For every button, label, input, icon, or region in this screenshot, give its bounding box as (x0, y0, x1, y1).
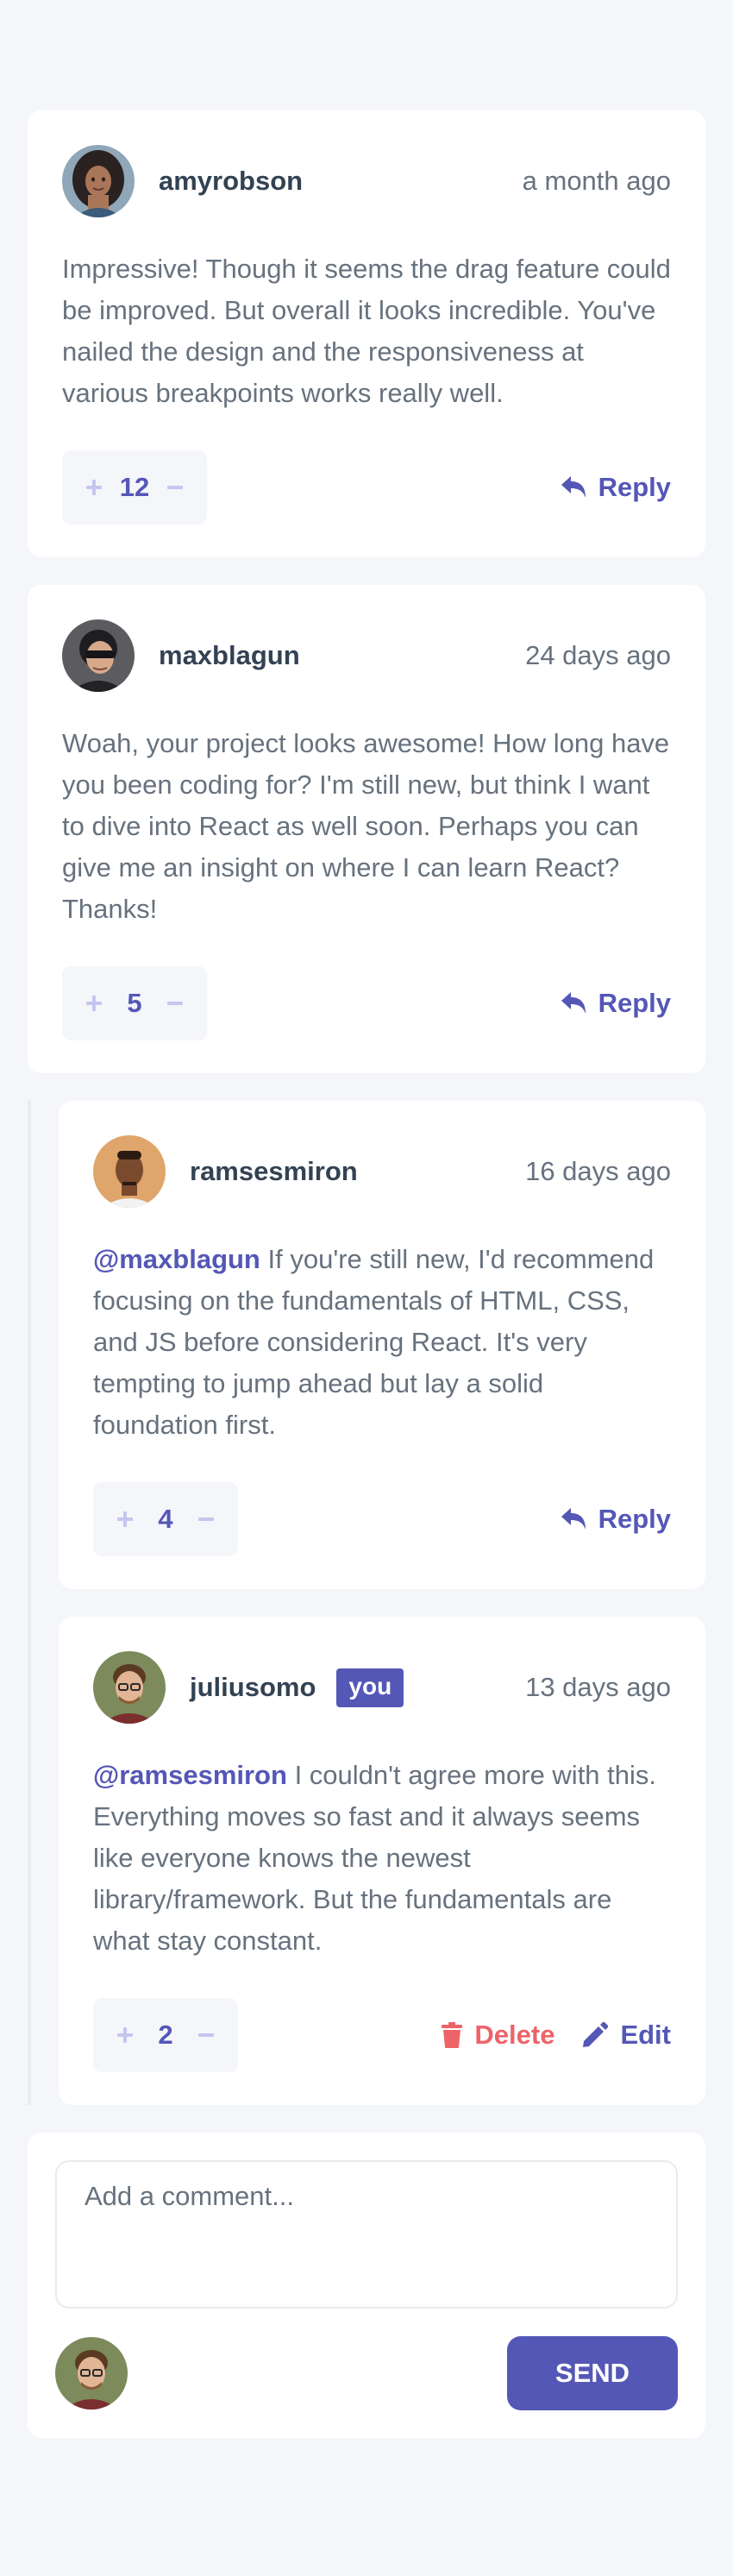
reply-icon (561, 1508, 586, 1530)
current-user-avatar (55, 2337, 128, 2410)
minus-icon (167, 1002, 183, 1005)
avatar-maxblagun-icon (62, 619, 135, 692)
plus-icon (86, 996, 102, 1011)
avatar-ramsesmiron-icon (93, 1135, 166, 1208)
reply-button[interactable]: Reply (561, 988, 671, 1019)
comment-content: Impressive! Though it seems the drag fea… (62, 248, 671, 414)
minus-icon (198, 2033, 214, 2037)
plus-icon (86, 480, 102, 495)
downvote-button[interactable] (162, 966, 188, 1040)
avatar (62, 619, 135, 692)
send-button[interactable]: SEND (507, 2336, 678, 2410)
username: ramsesmiron (190, 1156, 358, 1186)
composer-footer: SEND (55, 2336, 678, 2410)
reply-button[interactable]: Reply (561, 1504, 671, 1535)
score-count: 5 (127, 988, 142, 1018)
plus-icon (117, 2027, 133, 2043)
mention-link[interactable]: @ramsesmiron (93, 1760, 287, 1790)
username: amyrobson (159, 166, 304, 196)
score-voter: 4 (93, 1482, 238, 1556)
plus-icon (117, 1511, 133, 1527)
comment-footer: 5 Reply (62, 966, 671, 1040)
comment-card: maxblagun 24 days ago Woah, your project… (28, 585, 705, 1073)
avatar (93, 1135, 166, 1208)
comment-header: amyrobson a month ago (62, 145, 671, 217)
comment-header: juliusomo you 13 days ago (93, 1651, 671, 1724)
upvote-button[interactable] (112, 1482, 138, 1556)
score-voter: 12 (62, 450, 207, 525)
replies-thread: ramsesmiron 16 days ago @maxblagun If yo… (28, 1101, 705, 2105)
reply-label: Reply (598, 472, 671, 502)
comment-input[interactable] (55, 2160, 678, 2309)
timestamp: 13 days ago (525, 1672, 671, 1702)
score-count: 12 (119, 472, 150, 502)
comment-content: @maxblagun If you're still new, I'd reco… (93, 1239, 671, 1446)
comment-header: maxblagun 24 days ago (62, 619, 671, 692)
downvote-button[interactable] (162, 450, 188, 525)
reply-card: juliusomo you 13 days ago @ramsesmiron I… (59, 1617, 705, 2105)
score-voter: 5 (62, 966, 207, 1040)
comment-content: @ramsesmiron I couldn't agree more with … (93, 1755, 671, 1962)
comment-content: Woah, your project looks awesome! How lo… (62, 723, 671, 930)
score-count: 2 (158, 2020, 173, 2050)
minus-icon (167, 486, 183, 489)
comment-actions: Reply (561, 472, 671, 503)
delete-button[interactable]: Delete (442, 2020, 554, 2051)
comment-actions: Reply (561, 1504, 671, 1535)
delete-label: Delete (474, 2020, 555, 2050)
avatar-juliusomo-icon (55, 2337, 128, 2410)
username: maxblagun (159, 640, 300, 670)
minus-icon (198, 1517, 214, 1521)
comment-card: amyrobson a month ago Impressive! Though… (28, 110, 705, 557)
comment-text: Woah, your project looks awesome! How lo… (62, 728, 670, 924)
reply-label: Reply (598, 1504, 671, 1534)
pencil-icon (583, 2022, 609, 2047)
comments-page: amyrobson a month ago Impressive! Though… (0, 0, 733, 2576)
trash-icon (442, 2022, 463, 2048)
comment-actions: Delete Edit (442, 2020, 671, 2051)
reply-icon (561, 476, 586, 498)
upvote-button[interactable] (81, 966, 107, 1040)
upvote-button[interactable] (81, 450, 107, 525)
upvote-button[interactable] (112, 1998, 138, 2072)
comment-footer: 2 Delete Edit (93, 1998, 671, 2072)
you-badge: you (336, 1668, 404, 1707)
timestamp: 24 days ago (525, 640, 671, 670)
comment-header: ramsesmiron 16 days ago (93, 1135, 671, 1208)
timestamp: a month ago (522, 166, 671, 196)
comment-actions: Reply (561, 988, 671, 1019)
avatar-amyrobson-icon (62, 145, 135, 217)
edit-label: Edit (620, 2020, 671, 2050)
comment-footer: 4 Reply (93, 1482, 671, 1556)
reply-icon (561, 992, 586, 1014)
score-count: 4 (158, 1504, 173, 1534)
timestamp: 16 days ago (525, 1156, 671, 1186)
avatar (62, 145, 135, 217)
comment-footer: 12 Reply (62, 450, 671, 525)
reply-card: ramsesmiron 16 days ago @maxblagun If yo… (59, 1101, 705, 1589)
username: juliusomo (190, 1672, 316, 1702)
add-comment-card: SEND (28, 2133, 705, 2438)
downvote-button[interactable] (193, 1482, 219, 1556)
avatar-juliusomo-icon (93, 1651, 166, 1724)
reply-button[interactable]: Reply (561, 472, 671, 503)
edit-button[interactable]: Edit (582, 2020, 671, 2051)
downvote-button[interactable] (193, 1998, 219, 2072)
score-voter: 2 (93, 1998, 238, 2072)
reply-label: Reply (598, 988, 671, 1018)
comment-text: Impressive! Though it seems the drag fea… (62, 254, 671, 408)
avatar (93, 1651, 166, 1724)
mention-link[interactable]: @maxblagun (93, 1244, 260, 1274)
